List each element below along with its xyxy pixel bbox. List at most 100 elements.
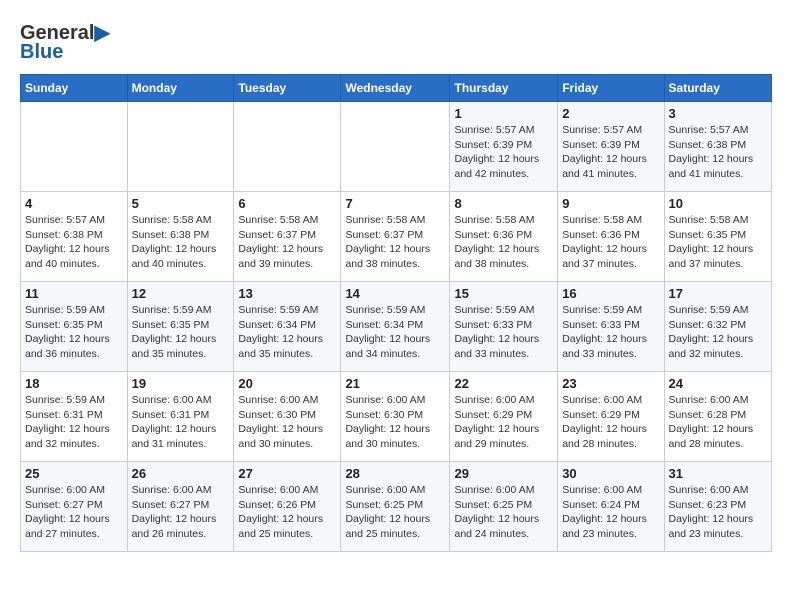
day-number: 5: [132, 196, 230, 211]
day-number: 16: [562, 286, 659, 301]
weekday-header: Saturday: [664, 75, 771, 102]
day-info: Sunrise: 6:00 AM Sunset: 6:24 PM Dayligh…: [562, 483, 659, 542]
day-info: Sunrise: 6:00 AM Sunset: 6:26 PM Dayligh…: [238, 483, 336, 542]
calendar-cell: 13 Sunrise: 5:59 AM Sunset: 6:34 PM Dayli…: [234, 282, 341, 372]
calendar-cell: 7 Sunrise: 5:58 AM Sunset: 6:37 PM Daylig…: [341, 192, 450, 282]
day-info: Sunrise: 5:59 AM Sunset: 6:34 PM Dayligh…: [345, 303, 445, 362]
calendar-cell: 21Sunrise: 6:00 AM Sunset: 6:30 PM Dayli…: [341, 372, 450, 462]
calendar-cell: 8Sunrise: 5:58 AM Sunset: 6:36 PM Daylig…: [450, 192, 558, 282]
day-info: Sunrise: 5:59 AM Sunset: 6:32 PM Dayligh…: [669, 303, 767, 362]
calendar-cell: 24 Sunrise: 6:00 AM Sunset: 6:28 PM Dayli…: [664, 372, 771, 462]
day-number: 13: [238, 286, 336, 301]
day-info: Sunrise: 6:00 AM Sunset: 6:29 PM Dayligh…: [454, 393, 553, 452]
calendar-cell: 26 Sunrise: 6:00 AM Sunset: 6:27 PM Dayli…: [127, 462, 234, 552]
calendar-cell: 6 Sunrise: 5:58 AM Sunset: 6:37 PM Daylig…: [234, 192, 341, 282]
day-info: Sunrise: 5:57 AM Sunset: 6:38 PM Dayligh…: [25, 213, 123, 272]
day-info: Sunrise: 5:57 AM Sunset: 6:39 PM Dayligh…: [562, 123, 659, 182]
calendar-cell: 30 Sunrise: 6:00 AM Sunset: 6:24 PM Dayli…: [558, 462, 664, 552]
day-number: 2: [562, 106, 659, 121]
calendar-cell: 31 Sunrise: 6:00 AM Sunset: 6:23 PM Dayli…: [664, 462, 771, 552]
day-info: Sunrise: 6:00 AM Sunset: 6:30 PM Dayligh…: [238, 393, 336, 452]
day-number: 18: [25, 376, 123, 391]
day-number: 7: [345, 196, 445, 211]
day-info: Sunrise: 5:59 AM Sunset: 6:33 PM Dayligh…: [562, 303, 659, 362]
weekday-header: Monday: [127, 75, 234, 102]
day-number: 25: [25, 466, 123, 481]
day-info: Sunrise: 5:59 AM Sunset: 6:31 PM Dayligh…: [25, 393, 123, 452]
calendar-cell: 23Sunrise: 6:00 AM Sunset: 6:29 PM Dayli…: [558, 372, 664, 462]
calendar-cell: 5 Sunrise: 5:58 AM Sunset: 6:38 PM Daylig…: [127, 192, 234, 282]
calendar-body: 1 Sunrise: 5:57 AM Sunset: 6:39 PM Daylig…: [21, 102, 772, 552]
calendar-cell: [341, 102, 450, 192]
day-info: Sunrise: 5:58 AM Sunset: 6:35 PM Dayligh…: [669, 213, 767, 272]
calendar-cell: 2 Sunrise: 5:57 AM Sunset: 6:39 PM Daylig…: [558, 102, 664, 192]
day-info: Sunrise: 5:58 AM Sunset: 6:37 PM Dayligh…: [238, 213, 336, 272]
weekday-header: Friday: [558, 75, 664, 102]
weekday-header: Tuesday: [234, 75, 341, 102]
day-info: Sunrise: 6:00 AM Sunset: 6:31 PM Dayligh…: [132, 393, 230, 452]
day-info: Sunrise: 5:57 AM Sunset: 6:38 PM Dayligh…: [669, 123, 767, 182]
weekday-header: Wednesday: [341, 75, 450, 102]
day-info: Sunrise: 6:00 AM Sunset: 6:27 PM Dayligh…: [25, 483, 123, 542]
day-info: Sunrise: 5:57 AM Sunset: 6:39 PM Dayligh…: [454, 123, 553, 182]
day-info: Sunrise: 5:59 AM Sunset: 6:35 PM Dayligh…: [25, 303, 123, 362]
day-number: 6: [238, 196, 336, 211]
calendar-cell: 27 Sunrise: 6:00 AM Sunset: 6:26 PM Dayli…: [234, 462, 341, 552]
day-number: 28: [345, 466, 445, 481]
day-info: Sunrise: 6:00 AM Sunset: 6:27 PM Dayligh…: [132, 483, 230, 542]
calendar-cell: 15 Sunrise: 5:59 AM Sunset: 6:33 PM Dayli…: [450, 282, 558, 372]
weekday-header: Thursday: [450, 75, 558, 102]
day-number: 23: [562, 376, 659, 391]
calendar-cell: 19 Sunrise: 6:00 AM Sunset: 6:31 PM Dayli…: [127, 372, 234, 462]
day-info: Sunrise: 6:00 AM Sunset: 6:28 PM Dayligh…: [669, 393, 767, 452]
calendar-cell: 11 Sunrise: 5:59 AM Sunset: 6:35 PM Dayli…: [21, 282, 128, 372]
day-number: 30: [562, 466, 659, 481]
day-number: 9: [562, 196, 659, 211]
day-number: 26: [132, 466, 230, 481]
day-info: Sunrise: 5:59 AM Sunset: 6:34 PM Dayligh…: [238, 303, 336, 362]
day-number: 11: [25, 286, 123, 301]
day-info: Sunrise: 5:58 AM Sunset: 6:36 PM Dayligh…: [454, 213, 553, 272]
day-info: Sunrise: 5:59 AM Sunset: 6:33 PM Dayligh…: [454, 303, 553, 362]
day-number: 19: [132, 376, 230, 391]
calendar-header: SundayMondayTuesdayWednesdayThursdayFrid…: [21, 75, 772, 102]
day-info: Sunrise: 6:00 AM Sunset: 6:30 PM Dayligh…: [345, 393, 445, 452]
day-info: Sunrise: 5:58 AM Sunset: 6:37 PM Dayligh…: [345, 213, 445, 272]
day-info: Sunrise: 6:00 AM Sunset: 6:23 PM Dayligh…: [669, 483, 767, 542]
day-number: 27: [238, 466, 336, 481]
day-number: 15: [454, 286, 553, 301]
day-number: 24: [669, 376, 767, 391]
calendar-table: SundayMondayTuesdayWednesdayThursdayFrid…: [20, 74, 772, 552]
day-info: Sunrise: 5:58 AM Sunset: 6:38 PM Dayligh…: [132, 213, 230, 272]
day-number: 4: [25, 196, 123, 211]
calendar-cell: [21, 102, 128, 192]
day-number: 17: [669, 286, 767, 301]
calendar-cell: 3 Sunrise: 5:57 AM Sunset: 6:38 PM Daylig…: [664, 102, 771, 192]
logo-subtext: Blue: [20, 41, 63, 64]
day-number: 1: [454, 106, 553, 121]
day-number: 20: [238, 376, 336, 391]
calendar-cell: 9 Sunrise: 5:58 AM Sunset: 6:36 PM Daylig…: [558, 192, 664, 282]
day-number: 14: [345, 286, 445, 301]
calendar-cell: 4 Sunrise: 5:57 AM Sunset: 6:38 PM Daylig…: [21, 192, 128, 282]
calendar-cell: [234, 102, 341, 192]
calendar-cell: 18 Sunrise: 5:59 AM Sunset: 6:31 PM Dayli…: [21, 372, 128, 462]
page-header: General▶ Blue: [20, 20, 772, 64]
weekday-header: Sunday: [21, 75, 128, 102]
day-info: Sunrise: 5:58 AM Sunset: 6:36 PM Dayligh…: [562, 213, 659, 272]
calendar-cell: 20 Sunrise: 6:00 AM Sunset: 6:30 PM Dayli…: [234, 372, 341, 462]
day-number: 10: [669, 196, 767, 211]
day-number: 12: [132, 286, 230, 301]
day-info: Sunrise: 6:00 AM Sunset: 6:25 PM Dayligh…: [454, 483, 553, 542]
calendar-cell: 25 Sunrise: 6:00 AM Sunset: 6:27 PM Dayli…: [21, 462, 128, 552]
calendar-cell: 14 Sunrise: 5:59 AM Sunset: 6:34 PM Dayli…: [341, 282, 450, 372]
day-number: 31: [669, 466, 767, 481]
day-number: 22: [454, 376, 553, 391]
calendar-cell: [127, 102, 234, 192]
day-number: 3: [669, 106, 767, 121]
calendar-cell: 17 Sunrise: 5:59 AM Sunset: 6:32 PM Dayli…: [664, 282, 771, 372]
calendar-cell: 22 Sunrise: 6:00 AM Sunset: 6:29 PM Dayli…: [450, 372, 558, 462]
logo: General▶ Blue: [20, 20, 110, 64]
calendar-cell: 12Sunrise: 5:59 AM Sunset: 6:35 PM Dayli…: [127, 282, 234, 372]
calendar-cell: 16 Sunrise: 5:59 AM Sunset: 6:33 PM Dayli…: [558, 282, 664, 372]
